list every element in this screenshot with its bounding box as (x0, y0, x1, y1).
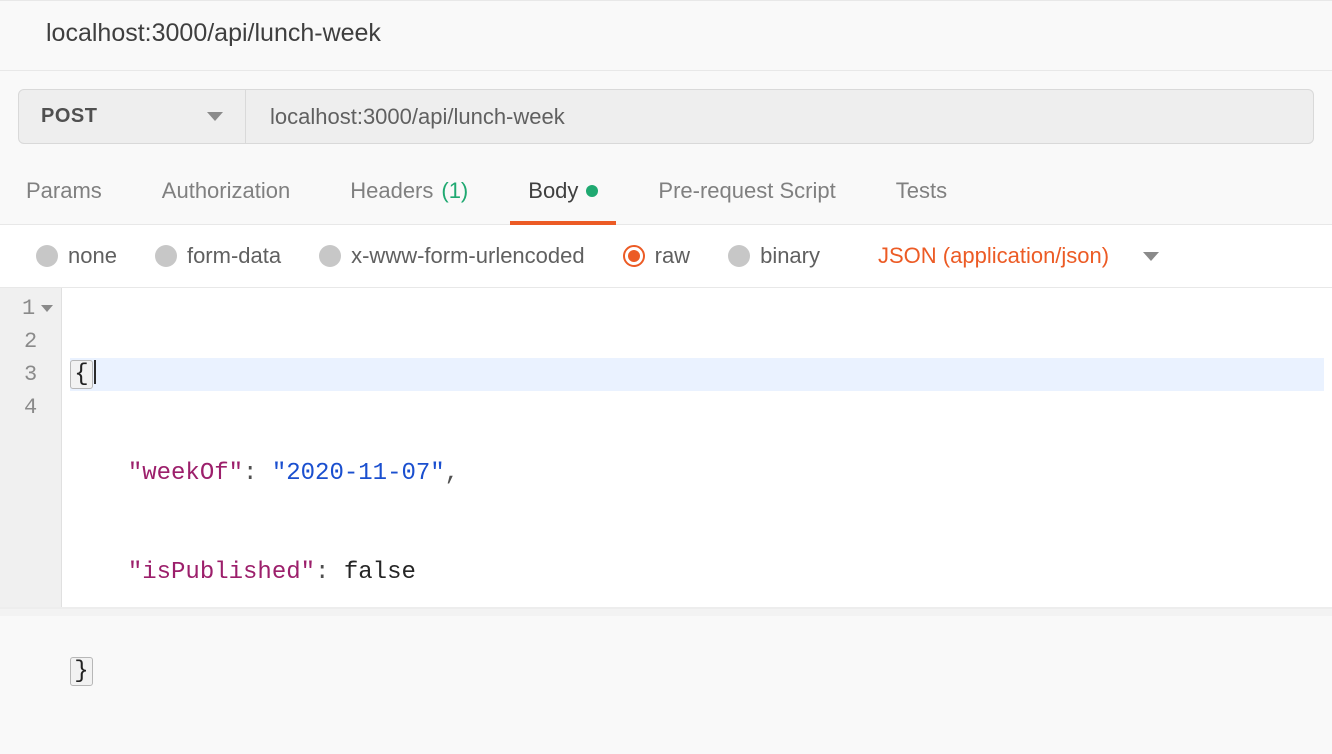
gutter-line: 3 (22, 358, 53, 391)
radio-raw[interactable]: raw (623, 243, 690, 269)
code-line: "weekOf": "2020-11-07", (70, 457, 1324, 490)
radio-icon (155, 245, 177, 267)
gutter: 1 2 3 4 (0, 288, 62, 607)
gutter-line: 4 (22, 391, 53, 424)
code-line: { (70, 358, 1324, 391)
radio-label: x-www-form-urlencoded (351, 243, 585, 269)
tab-label: Headers (350, 178, 433, 204)
request-title: localhost:3000/api/lunch-week (46, 19, 1286, 48)
tab-label: Params (26, 178, 102, 204)
line-number: 1 (22, 292, 35, 325)
line-number: 2 (24, 325, 37, 358)
code-line: "isPublished": false (70, 556, 1324, 589)
modified-dot-icon (586, 185, 598, 197)
radio-icon (728, 245, 750, 267)
radio-icon (36, 245, 58, 267)
code-area[interactable]: { "weekOf": "2020-11-07", "isPublished":… (62, 288, 1332, 607)
radio-icon (319, 245, 341, 267)
tab-headers[interactable]: Headers (1) (350, 178, 468, 224)
tab-prerequest[interactable]: Pre-request Script (658, 178, 835, 224)
http-method-select[interactable]: POST (18, 89, 246, 144)
tab-body[interactable]: Body (528, 178, 598, 224)
content-type-label: JSON (application/json) (878, 243, 1109, 269)
fold-toggle-icon[interactable] (41, 305, 53, 312)
radio-none[interactable]: none (36, 243, 117, 269)
gutter-line: 2 (22, 325, 53, 358)
chevron-down-icon (1143, 252, 1159, 261)
radio-form-data[interactable]: form-data (155, 243, 281, 269)
line-number: 3 (24, 358, 37, 391)
tab-authorization[interactable]: Authorization (162, 178, 290, 224)
title-bar: localhost:3000/api/lunch-week (0, 1, 1332, 71)
radio-label: binary (760, 243, 820, 269)
tab-label: Pre-request Script (658, 178, 835, 204)
body-editor[interactable]: 1 2 3 4 { "weekOf": "2020-11-07", "isPub… (0, 288, 1332, 608)
radio-urlencoded[interactable]: x-www-form-urlencoded (319, 243, 585, 269)
tab-label: Tests (896, 178, 947, 204)
radio-icon (623, 245, 645, 267)
tab-label: Authorization (162, 178, 290, 204)
body-type-row: none form-data x-www-form-urlencoded raw… (0, 225, 1332, 288)
chevron-down-icon (207, 112, 223, 121)
radio-label: raw (655, 243, 690, 269)
headers-count: (1) (441, 178, 468, 204)
radio-binary[interactable]: binary (728, 243, 820, 269)
tab-params[interactable]: Params (26, 178, 102, 224)
content-type-select[interactable]: JSON (application/json) (878, 243, 1159, 269)
code-line: } (70, 655, 1324, 688)
cursor-icon (94, 360, 96, 384)
request-row: POST (0, 71, 1332, 144)
request-tabs: Params Authorization Headers (1) Body Pr… (0, 144, 1332, 225)
http-method-label: POST (41, 105, 97, 128)
line-number: 4 (24, 391, 37, 424)
url-input[interactable] (246, 89, 1314, 144)
radio-label: form-data (187, 243, 281, 269)
tab-tests[interactable]: Tests (896, 178, 947, 224)
tab-label: Body (528, 178, 578, 204)
radio-label: none (68, 243, 117, 269)
gutter-line: 1 (22, 292, 53, 325)
